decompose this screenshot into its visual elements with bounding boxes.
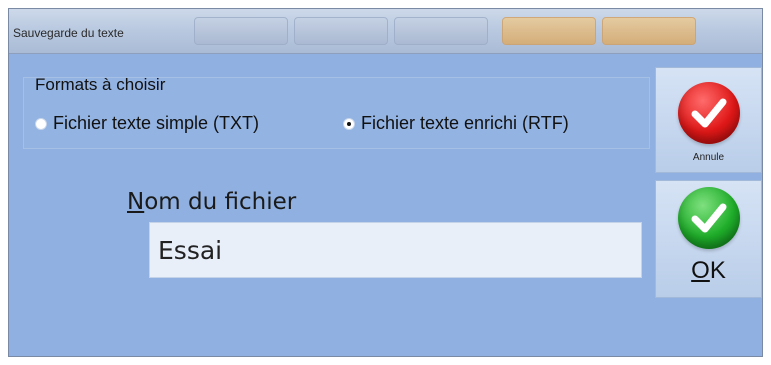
ok-label-mnemonic: O bbox=[691, 257, 710, 284]
cancel-button-label: Annule bbox=[692, 152, 725, 163]
filename-label-mnemonic: N bbox=[127, 189, 145, 215]
filename-input[interactable] bbox=[149, 222, 642, 278]
ok-label-rest: K bbox=[709, 257, 726, 284]
background-toolbar-button bbox=[394, 17, 488, 45]
radio-button-icon[interactable] bbox=[35, 117, 47, 130]
filename-label: Nom du fichier bbox=[127, 189, 296, 215]
save-dialog: Sauvegarde du texte Formats à choisir Fi… bbox=[8, 8, 763, 357]
background-toolbar-button bbox=[294, 17, 388, 45]
radio-txt[interactable]: Fichier texte simple (TXT) bbox=[35, 113, 259, 134]
radio-rtf[interactable]: Fichier texte enrichi (RTF) bbox=[343, 113, 569, 134]
title-bar: Sauvegarde du texte bbox=[9, 9, 762, 54]
ok-button[interactable]: OK bbox=[655, 180, 762, 298]
radio-txt-label[interactable]: Fichier texte simple (TXT) bbox=[53, 113, 259, 134]
background-toolbar-button bbox=[602, 17, 696, 45]
filename-label-rest: om du fichier bbox=[144, 189, 297, 215]
formats-group-label: Formats à choisir bbox=[35, 75, 166, 94]
window-title: Sauvegarde du texte bbox=[13, 26, 124, 40]
green-check-icon bbox=[677, 187, 740, 249]
background-toolbar-button bbox=[502, 17, 596, 45]
background-toolbar-button bbox=[194, 17, 288, 45]
ok-button-label: OK bbox=[656, 257, 761, 285]
red-check-icon bbox=[677, 82, 740, 144]
radio-rtf-label[interactable]: Fichier texte enrichi (RTF) bbox=[361, 113, 569, 134]
cancel-button[interactable]: Annule bbox=[655, 67, 762, 173]
radio-button-checked-icon[interactable] bbox=[343, 117, 355, 130]
